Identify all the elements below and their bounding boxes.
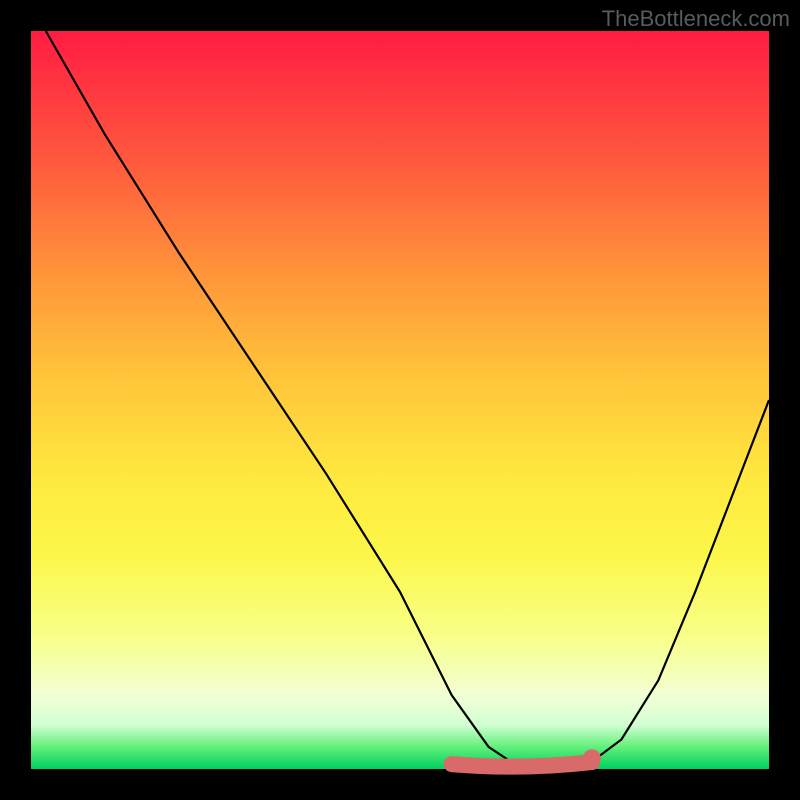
highlight-dot <box>583 749 601 767</box>
bottleneck-curve <box>46 31 769 765</box>
highlight-band <box>452 762 592 767</box>
chart-container: TheBottleneck.com <box>0 0 800 800</box>
chart-overlay <box>31 31 769 769</box>
watermark-text: TheBottleneck.com <box>602 6 790 32</box>
